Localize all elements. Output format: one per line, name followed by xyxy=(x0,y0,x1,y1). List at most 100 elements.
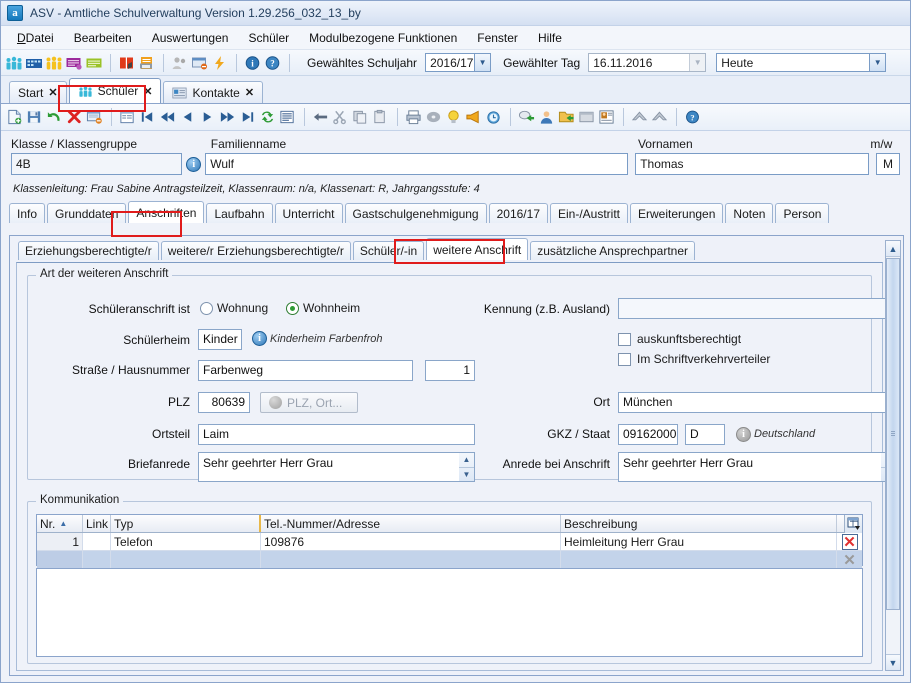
tab-noten[interactable]: Noten xyxy=(725,203,774,223)
info-icon[interactable]: i xyxy=(244,55,262,71)
green-note-icon[interactable] xyxy=(85,55,103,71)
menu-hilfe[interactable]: Hilfe xyxy=(528,28,572,48)
last-record-icon[interactable] xyxy=(239,109,257,125)
help-icon[interactable]: ? xyxy=(264,55,282,71)
horn-icon[interactable] xyxy=(465,109,483,125)
help-circle-icon[interactable]: ? xyxy=(684,109,702,125)
print-icon[interactable] xyxy=(405,109,423,125)
remove-row-icon[interactable] xyxy=(86,109,104,125)
menu-bearbeiten[interactable]: Bearbeiten xyxy=(64,28,142,48)
vornamen-input[interactable]: Thomas xyxy=(635,153,870,175)
alarm-clock-icon[interactable] xyxy=(485,109,503,125)
tag-combo[interactable]: 16.11.2016 ▼ xyxy=(588,53,707,72)
menu-schueler[interactable]: Schüler xyxy=(238,28,299,48)
scroll-down-button[interactable]: ▼ xyxy=(886,654,900,670)
checkbox-icon[interactable] xyxy=(618,352,631,366)
chevron-down-icon[interactable]: ▼ xyxy=(474,54,491,71)
cell-beschreibung[interactable] xyxy=(561,551,837,569)
radio-wohnheim[interactable]: Wohnheim xyxy=(286,301,360,315)
hausnummer-input[interactable]: 1 xyxy=(425,360,475,381)
close-icon[interactable]: ✕ xyxy=(48,86,57,99)
next-record-icon[interactable] xyxy=(199,109,217,125)
tab-grunddaten[interactable]: Grunddaten xyxy=(47,203,127,223)
cell-delete[interactable]: ✕ xyxy=(837,551,862,569)
students-group-icon[interactable] xyxy=(5,55,23,71)
column-header-nr[interactable]: Nr. ▲ xyxy=(37,515,83,532)
save-icon[interactable] xyxy=(26,109,44,125)
doc-tab-start[interactable]: Start ✕ xyxy=(9,81,67,103)
tab-unterricht[interactable]: Unterricht xyxy=(274,203,343,223)
schuelerheim-input[interactable]: Kinder xyxy=(198,329,242,350)
delete-row-red-icon[interactable]: ✕ xyxy=(841,533,858,550)
close-icon[interactable]: ✕ xyxy=(245,86,254,99)
prev-record-icon[interactable] xyxy=(179,109,197,125)
radio-circle-icon[interactable] xyxy=(200,301,213,315)
staat-input[interactable]: D xyxy=(685,424,725,445)
next-page-icon[interactable] xyxy=(219,109,237,125)
up-filled-icon[interactable] xyxy=(631,109,649,125)
cell-typ[interactable]: Telefon xyxy=(111,533,261,551)
cell-nummer[interactable]: 109876 xyxy=(261,533,561,551)
column-header-typ[interactable]: Typ xyxy=(111,515,261,532)
column-header-nummer[interactable]: Tel.-Nummer/Adresse xyxy=(261,515,561,532)
checkbox-icon[interactable] xyxy=(618,332,631,346)
subtab-schueler-in[interactable]: Schüler/-in xyxy=(352,241,425,260)
cell-typ[interactable] xyxy=(111,551,261,569)
ortsteil-input[interactable]: Laim xyxy=(198,424,475,445)
plz-input[interactable]: 80639 xyxy=(198,392,250,413)
info-icon[interactable]: i xyxy=(252,331,267,346)
klasse-input[interactable]: 4B xyxy=(11,153,183,175)
report-icon[interactable] xyxy=(279,109,297,125)
paste-icon[interactable] xyxy=(372,109,390,125)
radio-wohnung[interactable]: Wohnung xyxy=(200,301,268,315)
column-header-beschreibung[interactable]: Beschreibung xyxy=(561,515,837,532)
strasse-input[interactable]: Farbenweg xyxy=(198,360,413,381)
subtab-weitere-erziehungsberechtigte[interactable]: weitere/r Erziehungsberechtigte/r xyxy=(160,241,351,260)
refresh-icon[interactable] xyxy=(259,109,277,125)
subtab-zusaetzliche-ansprechpartner[interactable]: zusätzliche Ansprechpartner xyxy=(530,241,695,260)
period-combo[interactable]: Heute ▼ xyxy=(716,53,887,72)
export-icon[interactable] xyxy=(518,109,536,125)
chevron-down-icon[interactable]: ▼ xyxy=(869,54,886,71)
tab-laufbahn[interactable]: Laufbahn xyxy=(206,203,273,223)
prev-page-icon[interactable] xyxy=(159,109,177,125)
back-arrow-icon[interactable] xyxy=(312,109,330,125)
folder-export-icon[interactable] xyxy=(558,109,576,125)
menu-modulbezogene-funktionen[interactable]: Modulbezogene Funktionen xyxy=(299,28,467,48)
panel-vertical-scrollbar[interactable]: ▲ ▼ xyxy=(885,240,901,671)
subtab-erziehungsberechtigte[interactable]: Erziehungsberechtigte/r xyxy=(18,241,159,260)
up-filled-icon-2[interactable] xyxy=(651,109,669,125)
plz-ort-button[interactable]: PLZ, Ort... xyxy=(260,392,358,413)
subtab-weitere-anschrift[interactable]: weitere Anschrift xyxy=(426,238,529,260)
tab-person[interactable]: Person xyxy=(775,203,830,223)
bulb-icon[interactable] xyxy=(445,109,463,125)
first-record-icon[interactable] xyxy=(139,109,157,125)
gkz-input[interactable]: 09162000 xyxy=(618,424,678,445)
purple-card-icon[interactable] xyxy=(65,55,83,71)
delete-row-grey-icon[interactable]: ✕ xyxy=(841,551,858,568)
table-row[interactable]: 1 Telefon 109876 Heimleitung Herr Grau ✕ xyxy=(37,533,862,551)
checkbox-schriftverkehrverteiler[interactable]: Im Schriftverkehrverteiler xyxy=(618,352,770,366)
radio-circle-selected-icon[interactable] xyxy=(286,301,299,315)
tab-gastschulgenehmigung[interactable]: Gastschulgenehmigung xyxy=(344,203,487,223)
new-document-icon[interactable] xyxy=(6,109,24,125)
doc-tab-kontakte[interactable]: Kontakte ✕ xyxy=(163,81,264,103)
schuljahr-combo[interactable]: 2016/17 ▼ xyxy=(425,53,492,72)
delete-icon[interactable] xyxy=(66,109,84,125)
tab-anschriften[interactable]: Anschriften xyxy=(128,201,205,223)
close-icon[interactable]: ✕ xyxy=(143,85,152,98)
familienname-input[interactable]: Wulf xyxy=(205,153,629,175)
info-icon[interactable]: i xyxy=(186,156,202,172)
tab-erweiterungen[interactable]: Erweiterungen xyxy=(630,203,724,223)
cell-nummer[interactable] xyxy=(261,551,561,569)
cell-beschreibung[interactable]: Heimleitung Herr Grau xyxy=(561,533,837,551)
undo-icon[interactable] xyxy=(46,109,64,125)
ort-input[interactable]: München xyxy=(618,392,898,413)
cd-icon[interactable] xyxy=(425,109,443,125)
checkbox-auskunftsberechtigt[interactable]: auskunftsberechtigt xyxy=(618,332,741,346)
doc-tab-schueler[interactable]: Schüler ✕ xyxy=(68,78,162,103)
kennung-input[interactable] xyxy=(618,298,898,319)
table-row[interactable]: ✕ xyxy=(37,551,862,569)
tab-ein-austritt[interactable]: Ein-/Austritt xyxy=(550,203,629,223)
menu-datei[interactable]: DDatei xyxy=(7,28,64,48)
